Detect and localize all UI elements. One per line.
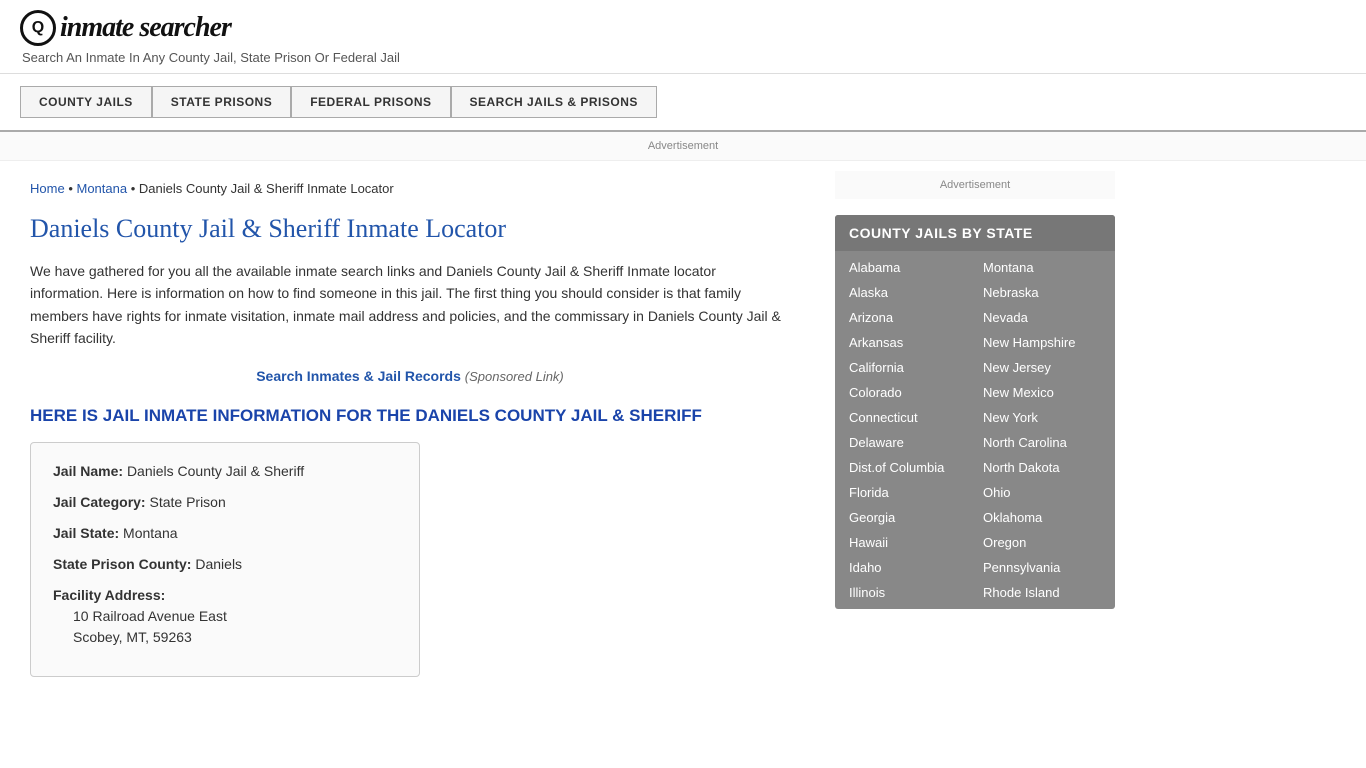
logo-icon: Q <box>20 10 56 46</box>
states-grid: AlabamaAlaskaArizonaArkansasCaliforniaCo… <box>835 251 1115 609</box>
state-link-right[interactable]: North Dakota <box>975 455 1109 480</box>
jail-category-label: Jail Category: <box>53 494 146 510</box>
logo-text: inmate searcher <box>60 12 231 44</box>
state-link-left[interactable]: Colorado <box>841 380 975 405</box>
state-link-left[interactable]: Arizona <box>841 305 975 330</box>
breadcrumb: Home • Montana • Daniels County Jail & S… <box>30 181 790 196</box>
state-link-right[interactable]: Oregon <box>975 530 1109 555</box>
states-right-col: MontanaNebraskaNevadaNew HampshireNew Je… <box>975 255 1109 605</box>
ad-banner: Advertisement <box>0 132 1366 161</box>
search-jails-nav-button[interactable]: SEARCH JAILS & PRISONS <box>451 86 657 118</box>
nav-bar: COUNTY JAILS STATE PRISONS FEDERAL PRISO… <box>0 74 1366 132</box>
logo-area: Q inmate searcher <box>20 10 1346 46</box>
state-link-left[interactable]: Arkansas <box>841 330 975 355</box>
jail-state-val: Montana <box>123 525 177 541</box>
jail-category-val: State Prison <box>149 494 225 510</box>
facility-address-row: Facility Address: 10 Railroad Avenue Eas… <box>53 585 397 648</box>
state-link-right[interactable]: New York <box>975 405 1109 430</box>
state-link-right[interactable]: North Carolina <box>975 430 1109 455</box>
federal-prisons-nav-button[interactable]: FEDERAL PRISONS <box>291 86 450 118</box>
state-link-left[interactable]: Dist.of Columbia <box>841 455 975 480</box>
breadcrumb-state-link[interactable]: Montana <box>76 181 127 196</box>
state-link-right[interactable]: Oklahoma <box>975 505 1109 530</box>
breadcrumb-current: Daniels County Jail & Sheriff Inmate Loc… <box>139 181 394 196</box>
content-area: Home • Montana • Daniels County Jail & S… <box>0 161 820 697</box>
county-jails-header: COUNTY JAILS BY STATE <box>835 215 1115 251</box>
search-link-area: Search Inmates & Jail Records (Sponsored… <box>30 368 790 384</box>
main-layout: Home • Montana • Daniels County Jail & S… <box>0 161 1366 697</box>
address-line1: 10 Railroad Avenue East <box>53 606 397 627</box>
state-prison-county-val: Daniels <box>195 556 242 572</box>
description-text: We have gathered for you all the availab… <box>30 260 790 350</box>
states-left-col: AlabamaAlaskaArizonaArkansasCaliforniaCo… <box>841 255 975 605</box>
state-link-right[interactable]: Nebraska <box>975 280 1109 305</box>
page-title: Daniels County Jail & Sheriff Inmate Loc… <box>30 214 790 244</box>
tagline: Search An Inmate In Any County Jail, Sta… <box>22 50 1346 65</box>
state-link-left[interactable]: Alabama <box>841 255 975 280</box>
state-prisons-nav-button[interactable]: STATE PRISONS <box>152 86 291 118</box>
state-link-left[interactable]: Connecticut <box>841 405 975 430</box>
state-prison-county-label: State Prison County: <box>53 556 191 572</box>
state-link-left[interactable]: Hawaii <box>841 530 975 555</box>
state-link-left[interactable]: Alaska <box>841 280 975 305</box>
state-link-left[interactable]: California <box>841 355 975 380</box>
state-link-left[interactable]: Illinois <box>841 580 975 605</box>
info-card: Jail Name: Daniels County Jail & Sheriff… <box>30 442 420 677</box>
county-jails-box: COUNTY JAILS BY STATE AlabamaAlaskaArizo… <box>835 215 1115 609</box>
state-link-right[interactable]: Rhode Island <box>975 580 1109 605</box>
state-link-left[interactable]: Florida <box>841 480 975 505</box>
state-link-right[interactable]: Pennsylvania <box>975 555 1109 580</box>
jail-name-label: Jail Name: <box>53 463 123 479</box>
state-link-left[interactable]: Georgia <box>841 505 975 530</box>
state-link-right[interactable]: Ohio <box>975 480 1109 505</box>
jail-name-row: Jail Name: Daniels County Jail & Sheriff <box>53 461 397 482</box>
breadcrumb-separator2: • <box>131 181 139 196</box>
facility-address-label: Facility Address: <box>53 587 165 603</box>
section-heading: HERE IS JAIL INMATE INFORMATION FOR THE … <box>30 406 790 426</box>
header: Q inmate searcher Search An Inmate In An… <box>0 0 1366 74</box>
breadcrumb-home-link[interactable]: Home <box>30 181 65 196</box>
jail-category-row: Jail Category: State Prison <box>53 492 397 513</box>
state-link-left[interactable]: Delaware <box>841 430 975 455</box>
address-line2: Scobey, MT, 59263 <box>53 627 397 648</box>
state-link-right[interactable]: Montana <box>975 255 1109 280</box>
jail-state-row: Jail State: Montana <box>53 523 397 544</box>
state-link-right[interactable]: New Jersey <box>975 355 1109 380</box>
state-prison-county-row: State Prison County: Daniels <box>53 554 397 575</box>
sidebar-ad: Advertisement <box>835 171 1115 199</box>
county-jails-nav-button[interactable]: COUNTY JAILS <box>20 86 152 118</box>
jail-name-val: Daniels County Jail & Sheriff <box>127 463 304 479</box>
state-link-right[interactable]: New Mexico <box>975 380 1109 405</box>
jail-state-label: Jail State: <box>53 525 119 541</box>
state-link-right[interactable]: Nevada <box>975 305 1109 330</box>
search-link[interactable]: Search Inmates & Jail Records <box>256 368 461 384</box>
state-link-right[interactable]: New Hampshire <box>975 330 1109 355</box>
sponsored-text: (Sponsored Link) <box>465 369 564 384</box>
sidebar: Advertisement COUNTY JAILS BY STATE Alab… <box>820 161 1130 697</box>
state-link-left[interactable]: Idaho <box>841 555 975 580</box>
